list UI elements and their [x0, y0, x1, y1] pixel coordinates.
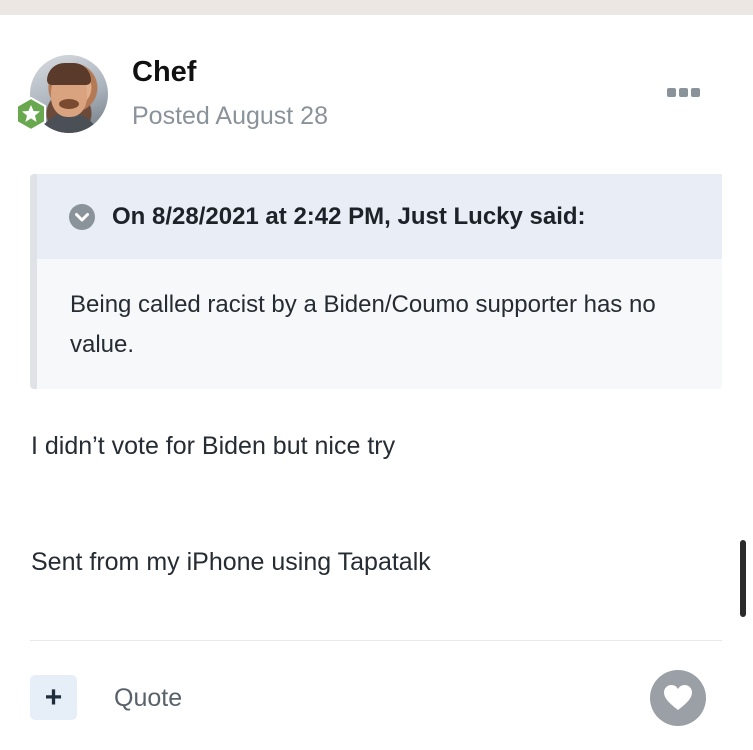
post-body-text: I didn’t vote for Biden but nice try	[31, 432, 396, 460]
more-dot	[690, 87, 700, 97]
heart-icon	[664, 685, 692, 710]
author-name[interactable]: Chef	[132, 55, 196, 89]
avatar-mustache	[59, 99, 79, 109]
chevron-down-circle-icon[interactable]	[68, 203, 96, 231]
top-strip	[0, 0, 753, 15]
post-content: I didn’t vote for Biden but nice try Sen…	[31, 427, 721, 581]
more-dot	[666, 87, 676, 97]
plus-icon: +	[44, 680, 63, 714]
author-avatar-wrapper[interactable]	[16, 55, 108, 133]
quote-citation[interactable]: On 8/28/2021 at 2:42 PM, Just Lucky said…	[112, 203, 586, 231]
more-options-icon[interactable]	[664, 85, 702, 99]
like-button[interactable]	[650, 670, 706, 726]
forum-post: Chef Posted August 28 On 8/28/2021 at 2:…	[0, 15, 753, 750]
scrollbar-thumb[interactable]	[740, 540, 746, 617]
post-signature: Sent from my iPhone using Tapatalk	[31, 548, 431, 576]
avatar-hair	[47, 63, 91, 85]
quote-block: On 8/28/2021 at 2:42 PM, Just Lucky said…	[30, 174, 722, 389]
quote-button[interactable]: Quote	[114, 683, 182, 713]
multiquote-add-button[interactable]: +	[30, 675, 77, 720]
more-dot	[678, 87, 688, 97]
quote-text: Being called racist by a Biden/Coumo sup…	[70, 291, 656, 358]
post-date[interactable]: Posted August 28	[132, 101, 328, 131]
quote-header: On 8/28/2021 at 2:42 PM, Just Lucky said…	[37, 174, 722, 259]
star-badge-icon	[16, 97, 46, 131]
divider	[30, 640, 722, 641]
